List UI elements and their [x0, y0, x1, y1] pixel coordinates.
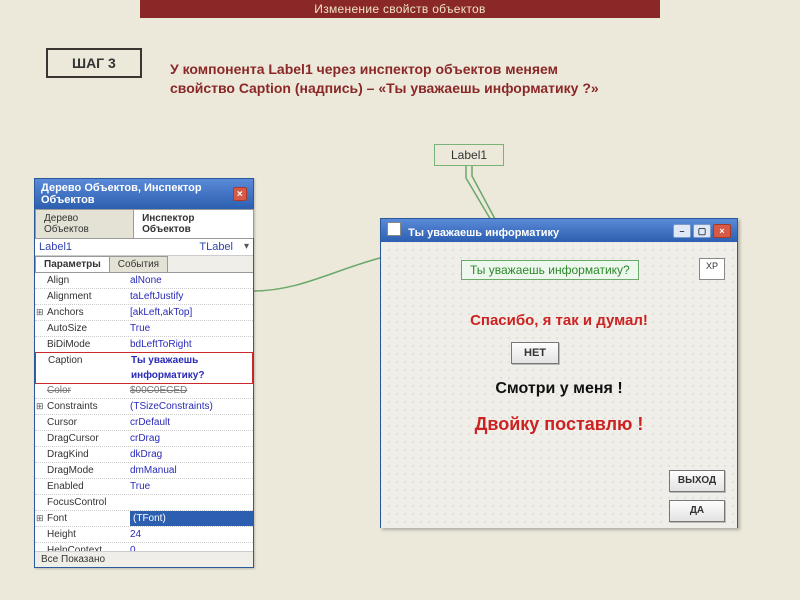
- property-value[interactable]: $00C0ECED: [130, 383, 253, 398]
- property-value[interactable]: dmManual: [130, 463, 253, 478]
- property-name: Align: [35, 273, 130, 288]
- yes-button[interactable]: ДА: [669, 500, 725, 522]
- property-row[interactable]: AlignalNone: [35, 273, 253, 289]
- property-row[interactable]: AlignmenttaLeftJustify: [35, 289, 253, 305]
- property-value[interactable]: 0: [130, 543, 253, 551]
- property-row[interactable]: Height24: [35, 527, 253, 543]
- property-row[interactable]: HelpContext0: [35, 543, 253, 551]
- inspector-titlebar[interactable]: Дерево Объектов, Инспектор Объектов ×: [35, 179, 253, 209]
- property-row[interactable]: FocusControl: [35, 495, 253, 511]
- inspector-subtabs: Параметры События: [35, 256, 253, 273]
- form-designer-window: Ты уважаешь информатику – ▢ × Ты уважаеш…: [380, 218, 738, 528]
- form-title-text: Ты уважаешь информатику: [408, 227, 559, 239]
- selected-object-name: Label1: [39, 241, 199, 253]
- warning-label[interactable]: Смотри у меня !: [381, 380, 737, 398]
- property-row[interactable]: CursorcrDefault: [35, 415, 253, 431]
- inspector-tabs: Дерево Объектов Инспектор Объектов: [35, 209, 253, 239]
- property-value[interactable]: (TFont): [130, 511, 253, 526]
- property-name: Enabled: [35, 479, 130, 494]
- maximize-icon[interactable]: ▢: [693, 224, 711, 238]
- app-icon: [387, 222, 401, 236]
- object-selector[interactable]: Label1 TLabel: [35, 239, 253, 256]
- property-value[interactable]: 24: [130, 527, 253, 542]
- subtab-events[interactable]: События: [109, 256, 168, 272]
- property-row[interactable]: Constraints(TSizeConstraints): [35, 399, 253, 415]
- property-name: Font: [35, 511, 130, 526]
- property-value[interactable]: crDrag: [130, 431, 253, 446]
- property-name: Height: [35, 527, 130, 542]
- property-name: Anchors: [35, 305, 130, 320]
- property-name: FocusControl: [35, 495, 130, 510]
- step-badge: ШАГ 3: [46, 48, 142, 78]
- property-value[interactable]: crDefault: [130, 415, 253, 430]
- callout-label1: Label1: [434, 144, 504, 166]
- property-name: DragMode: [35, 463, 130, 478]
- property-value[interactable]: Ты уважаешь информатику?: [131, 353, 252, 383]
- property-name: AutoSize: [35, 321, 130, 336]
- tab-object-inspector[interactable]: Инспектор Объектов: [133, 209, 254, 238]
- property-row[interactable]: DragModedmManual: [35, 463, 253, 479]
- property-value[interactable]: taLeftJustify: [130, 289, 253, 304]
- property-value[interactable]: True: [130, 321, 253, 336]
- minimize-icon[interactable]: –: [673, 224, 691, 238]
- xp-manifest-component[interactable]: XP: [699, 258, 725, 280]
- property-row[interactable]: DragCursorcrDrag: [35, 431, 253, 447]
- instruction-text: У компонента Label1 через инспектор объе…: [170, 60, 600, 98]
- property-row[interactable]: CaptionТы уважаешь информатику?: [35, 352, 253, 384]
- close-icon[interactable]: ×: [233, 187, 247, 201]
- property-name: Color: [35, 383, 130, 398]
- property-name: Constraints: [35, 399, 130, 414]
- thanks-label[interactable]: Спасибо, я так и думал!: [381, 312, 737, 329]
- inspector-title-text: Дерево Объектов, Инспектор Объектов: [41, 182, 233, 206]
- tab-object-tree[interactable]: Дерево Объектов: [35, 209, 134, 238]
- property-row[interactable]: Color$00C0ECED: [35, 383, 253, 399]
- property-value[interactable]: dkDrag: [130, 447, 253, 462]
- page-title: Изменение свойств объектов: [140, 0, 660, 18]
- property-name: Cursor: [35, 415, 130, 430]
- property-name: DragCursor: [35, 431, 130, 446]
- subtab-properties[interactable]: Параметры: [35, 256, 110, 272]
- property-row[interactable]: BiDiModebdLeftToRight: [35, 337, 253, 353]
- property-row[interactable]: EnabledTrue: [35, 479, 253, 495]
- property-row[interactable]: Font(TFont): [35, 511, 253, 527]
- property-list[interactable]: AlignalNoneAlignmenttaLeftJustifyAnchors…: [35, 273, 253, 551]
- property-name: Alignment: [35, 289, 130, 304]
- exit-button[interactable]: ВЫХОД: [669, 470, 725, 492]
- property-name: HelpContext: [35, 543, 130, 551]
- property-row[interactable]: DragKinddkDrag: [35, 447, 253, 463]
- property-row[interactable]: Anchors[akLeft,akTop]: [35, 305, 253, 321]
- property-value[interactable]: [akLeft,akTop]: [130, 305, 253, 320]
- property-row[interactable]: AutoSizeTrue: [35, 321, 253, 337]
- form-titlebar[interactable]: Ты уважаешь информатику – ▢ ×: [381, 219, 737, 242]
- property-name: DragKind: [35, 447, 130, 462]
- property-value[interactable]: bdLeftToRight: [130, 337, 253, 352]
- selected-object-type: TLabel: [199, 241, 249, 253]
- label1-component[interactable]: Ты уважаешь информатику?: [461, 260, 639, 280]
- property-name: Caption: [36, 353, 131, 383]
- close-icon[interactable]: ×: [713, 224, 731, 238]
- property-value[interactable]: alNone: [130, 273, 253, 288]
- property-value[interactable]: (TSizeConstraints): [130, 399, 253, 414]
- property-value[interactable]: [130, 495, 253, 510]
- property-value[interactable]: True: [130, 479, 253, 494]
- inspector-footer: Все Показано: [35, 551, 253, 567]
- form-body[interactable]: Ты уважаешь информатику? XP Спасибо, я т…: [381, 242, 737, 528]
- property-name: BiDiMode: [35, 337, 130, 352]
- grade-label[interactable]: Двойку поставлю !: [381, 414, 737, 435]
- object-inspector-window: Дерево Объектов, Инспектор Объектов × Де…: [34, 178, 254, 568]
- no-button[interactable]: НЕТ: [511, 342, 559, 364]
